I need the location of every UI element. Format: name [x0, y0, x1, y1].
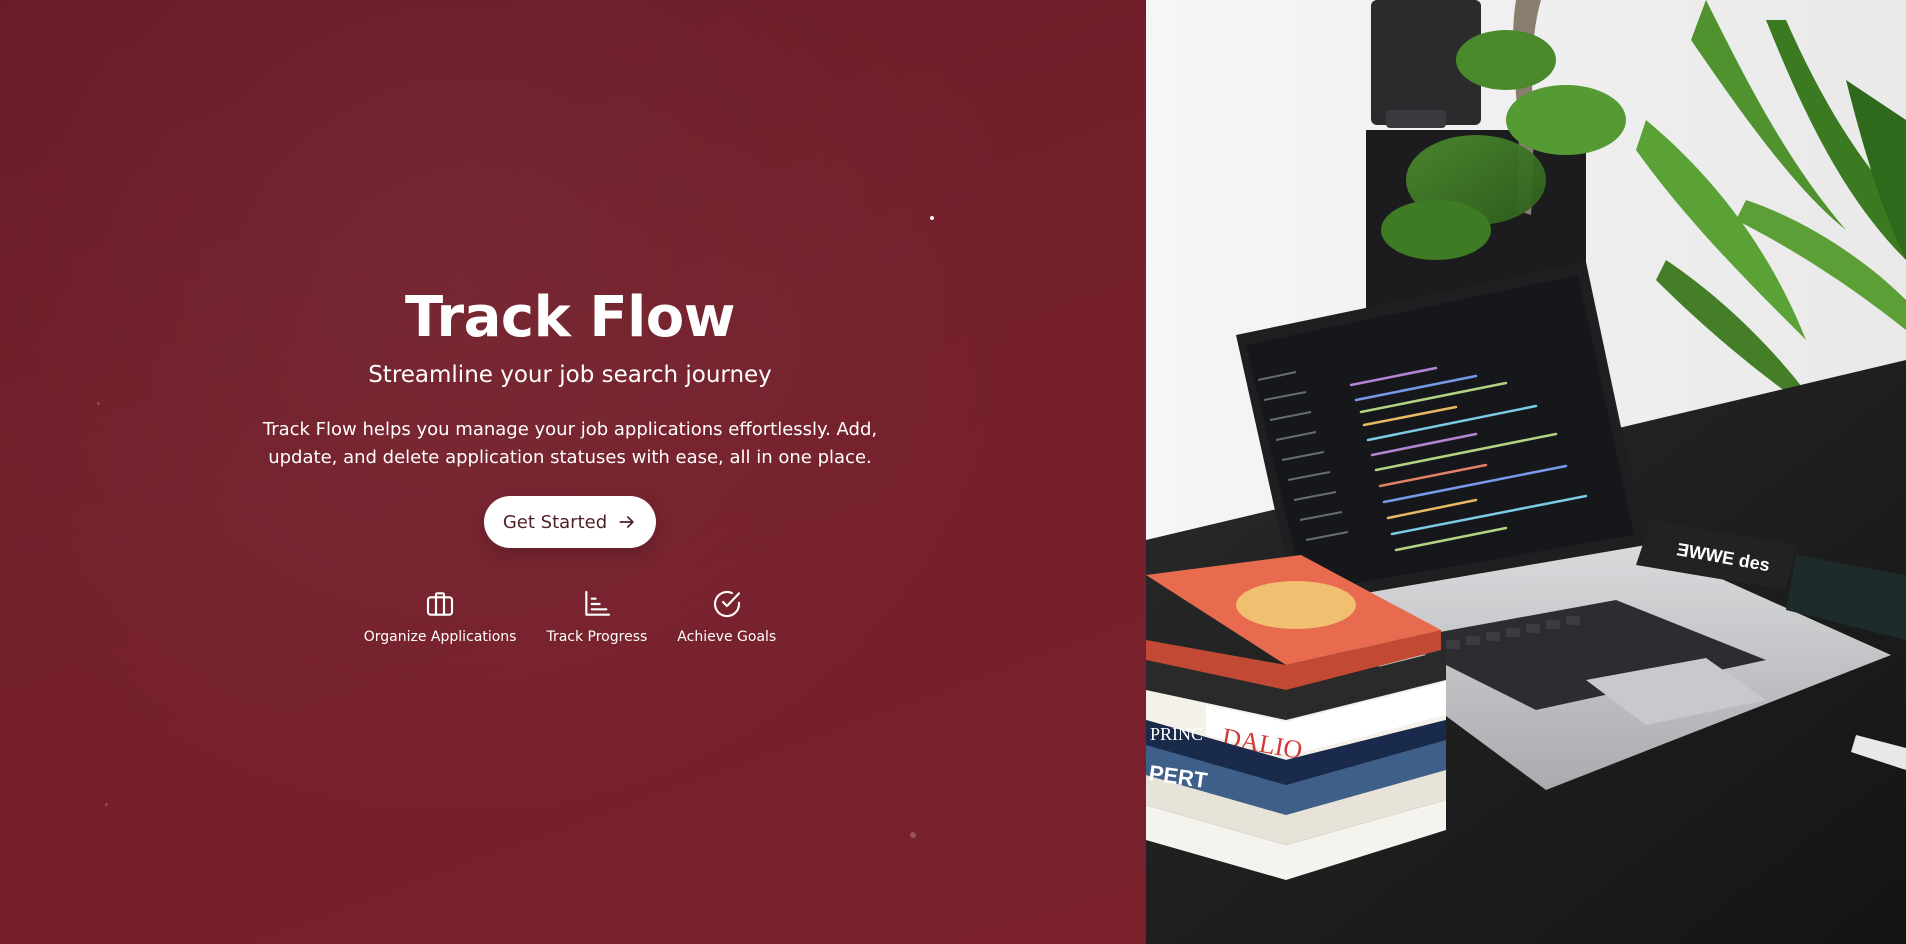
get-started-button[interactable]: Get Started [484, 496, 656, 548]
page-subtitle: Streamline your job search journey [368, 362, 772, 388]
hero-description: Track Flow helps you manage your job app… [262, 419, 878, 468]
landing-page: Track Flow Streamline your job search jo… [0, 0, 1906, 944]
page-title: Track Flow [404, 285, 736, 350]
arrow-right-icon [619, 516, 634, 528]
feature-track-progress: Track Progress [546, 588, 647, 646]
decorative-dot [930, 216, 934, 220]
hero-content: Track Flow Streamline your job search jo… [0, 282, 1140, 646]
feature-organize-applications: Organize Applications [363, 588, 517, 646]
decorative-dot [105, 803, 108, 806]
get-started-label: Get Started [502, 511, 608, 533]
feature-label: Achieve Goals [677, 629, 777, 645]
check-circle-icon [713, 590, 740, 618]
book-spine-text: PRINC [1150, 724, 1203, 744]
feature-label: Organize Applications [363, 629, 517, 645]
briefcase-icon [427, 592, 454, 616]
hero-photo: ƎWWE des DALIO PRINC PERT [1146, 0, 1906, 944]
workspace-photo: ƎWWE des DALIO PRINC PERT [1146, 0, 1906, 944]
feature-list: Organize Applications Track Progress Ach… [0, 588, 1140, 646]
feature-label: Track Progress [546, 629, 648, 645]
hero-section: Track Flow Streamline your job search jo… [0, 0, 1146, 944]
decorative-dot [910, 832, 916, 838]
feature-achieve-goals: Achieve Goals [677, 588, 776, 646]
bar-chart-icon [585, 590, 610, 616]
